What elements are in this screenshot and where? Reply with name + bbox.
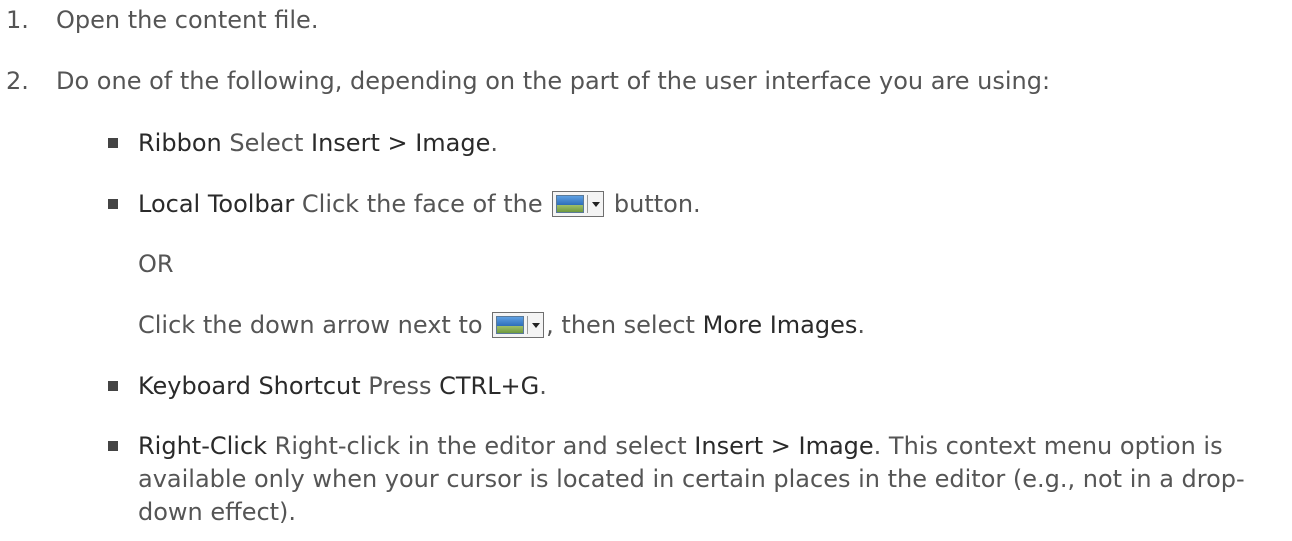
option-keyboard-shortcut: Keyboard Shortcut Press CTRL+G. xyxy=(108,370,547,402)
alt-text: Click the down arrow next to xyxy=(138,311,491,339)
shortcut-command: CTRL+G xyxy=(439,372,540,400)
option-label: Ribbon xyxy=(138,129,222,157)
option-text-end: button. xyxy=(606,190,701,218)
image-icon xyxy=(496,316,525,334)
menu-command: Insert > Image xyxy=(694,432,874,460)
alt-text-mid: , then select xyxy=(546,311,703,339)
option-label: Local Toolbar xyxy=(138,190,295,218)
option-label: Right-Click xyxy=(138,432,268,460)
menu-command: Insert > Image xyxy=(311,129,491,157)
image-icon xyxy=(556,195,585,213)
step-1: 1. Open the content file. xyxy=(0,4,318,36)
step-number: 1. xyxy=(6,6,29,34)
chevron-down-icon xyxy=(592,202,601,207)
option-text: Select xyxy=(221,129,312,157)
insert-image-dropdown-icon xyxy=(492,312,545,338)
option-text: Click the face of the xyxy=(294,190,551,218)
step-text: Open the content file. xyxy=(56,6,319,34)
option-text: Press xyxy=(360,372,440,400)
option-text: Right-click in the editor and select xyxy=(267,432,695,460)
step-number: 2. xyxy=(6,67,29,95)
option-text-end: . xyxy=(539,372,547,400)
local-toolbar-alternative: Click the down arrow next to , then sele… xyxy=(138,309,865,341)
or-separator: OR xyxy=(138,250,174,278)
option-right-click: Right-Click Right-click in the editor an… xyxy=(108,430,1278,529)
square-bullet-icon xyxy=(108,441,118,451)
option-local-toolbar: Local Toolbar Click the face of the butt… xyxy=(108,188,701,220)
step-text: Do one of the following, depending on th… xyxy=(56,67,1051,95)
square-bullet-icon xyxy=(108,381,118,391)
menu-command: More Images xyxy=(702,311,858,339)
chevron-down-icon xyxy=(532,323,541,328)
option-text-end: . xyxy=(490,129,499,157)
square-bullet-icon xyxy=(108,199,118,209)
step-2: 2. Do one of the following, depending on … xyxy=(0,65,1050,97)
square-bullet-icon xyxy=(108,138,118,148)
alt-text-end: . xyxy=(857,311,866,339)
insert-image-dropdown-icon xyxy=(552,191,605,217)
option-ribbon: Ribbon Select Insert > Image. xyxy=(108,127,499,159)
option-label: Keyboard Shortcut xyxy=(138,372,361,400)
